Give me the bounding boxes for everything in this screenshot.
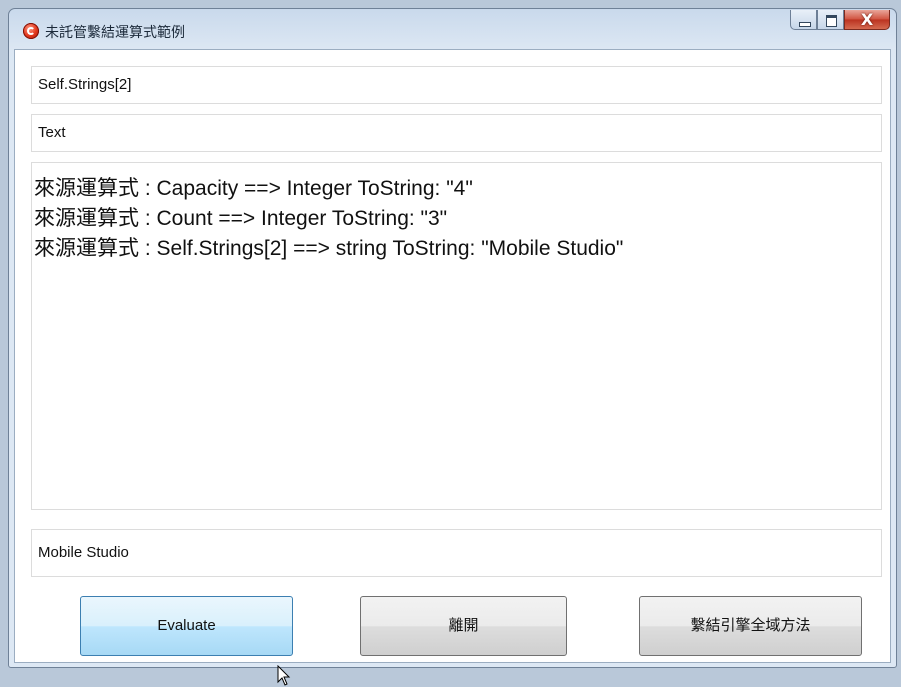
app-icon <box>23 23 39 39</box>
window-title: 未託管繫結運算式範例 <box>45 25 185 41</box>
bind-global-methods-button[interactable]: 繫結引擎全域方法 <box>639 596 862 656</box>
log-line: 來源運算式 : Self.Strings[2] ==> string ToStr… <box>34 237 624 260</box>
output-log-memo[interactable]: 來源運算式 : Capacity ==> Integer ToString: "… <box>31 162 882 510</box>
close-icon: X <box>860 10 874 29</box>
close-button[interactable]: X <box>844 10 890 30</box>
log-line: 來源運算式 : Count ==> Integer ToString: "3" <box>34 207 448 230</box>
log-line: 來源運算式 : Capacity ==> Integer ToString: "… <box>34 177 473 200</box>
maximize-button[interactable] <box>817 10 844 30</box>
app-window: 未託管繫結運算式範例 X Self.Strings[2] Text 來源運算式 … <box>8 8 897 686</box>
result-output-field[interactable]: Mobile Studio <box>31 529 882 577</box>
source-expression-input[interactable]: Self.Strings[2] <box>31 66 882 104</box>
minimize-button[interactable] <box>790 10 817 30</box>
mouse-cursor-icon <box>277 665 291 686</box>
evaluate-button[interactable]: Evaluate <box>80 596 293 656</box>
exit-button[interactable]: 離開 <box>360 596 567 656</box>
title-bar[interactable]: 未託管繫結運算式範例 X <box>9 9 896 49</box>
target-property-input[interactable]: Text <box>31 114 882 152</box>
window-controls: X <box>790 10 890 32</box>
form-client-area: Self.Strings[2] Text 來源運算式 : Capacity ==… <box>14 49 891 686</box>
